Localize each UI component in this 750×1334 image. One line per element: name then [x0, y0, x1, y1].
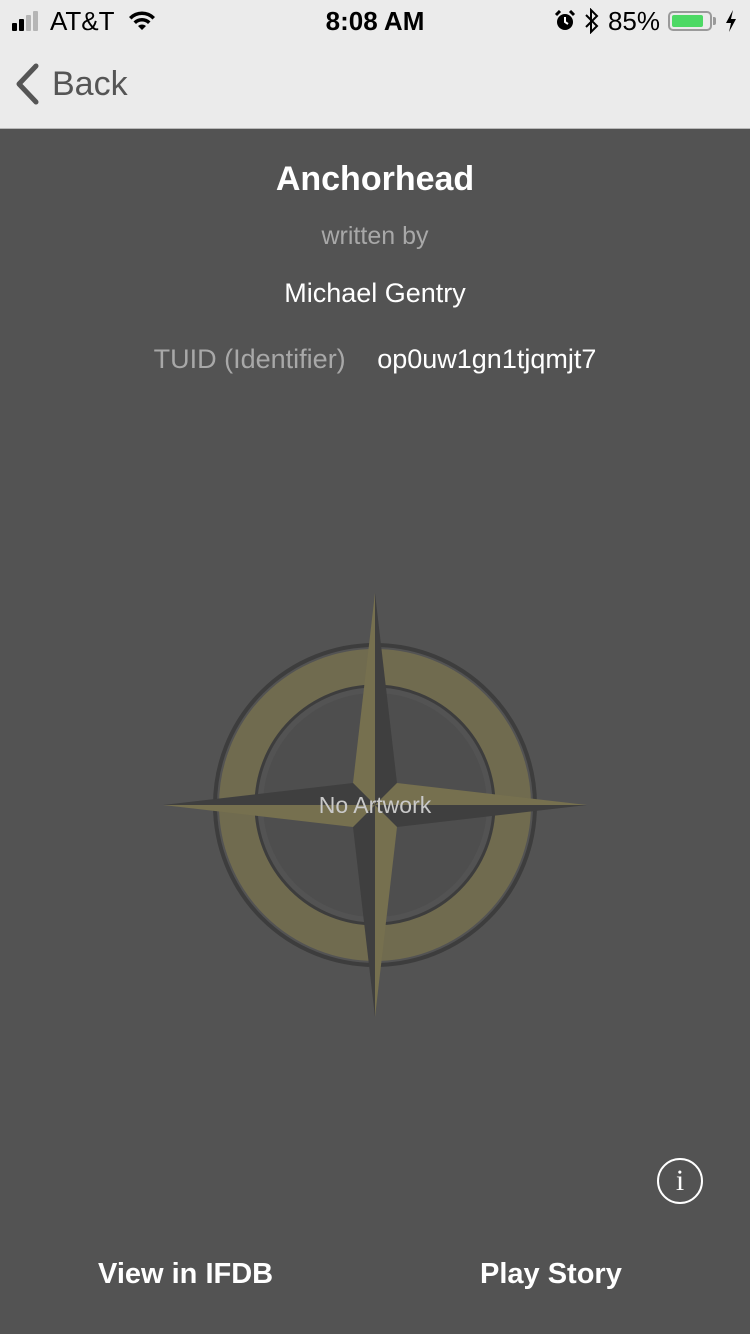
status-bar: AT&T 8:08 AM 85%	[0, 0, 750, 40]
back-label: Back	[52, 64, 128, 103]
play-story-button[interactable]: Play Story	[480, 1258, 622, 1291]
info-icon[interactable]: i	[657, 1158, 703, 1204]
tuid-value: op0uw1gn1tjqmjt7	[377, 344, 597, 374]
battery-icon	[668, 11, 712, 31]
back-button[interactable]: Back	[14, 60, 128, 108]
alarm-icon	[554, 10, 576, 30]
chevron-left-icon	[16, 63, 39, 105]
view-in-ifdb-button[interactable]: View in IFDB	[98, 1258, 273, 1291]
story-title: Anchorhead	[275, 160, 475, 198]
battery-tip	[713, 17, 716, 25]
story-author: Michael Gentry	[284, 278, 466, 308]
tuid-row: TUID (Identifier) op0uw1gn1tjqmjt7	[0, 344, 750, 375]
bluetooth-icon	[585, 8, 599, 34]
charging-bolt-icon	[726, 10, 736, 32]
written-by-label: written by	[321, 222, 429, 250]
navigation-header: AT&T 8:08 AM 85% Back	[0, 0, 750, 129]
battery-percent: 85%	[607, 5, 660, 36]
status-right: 85%	[546, 5, 738, 37]
battery-level-fill	[672, 15, 703, 27]
tuid-label: TUID (Identifier)	[153, 344, 346, 374]
no-artwork-label: No Artwork	[318, 792, 432, 818]
